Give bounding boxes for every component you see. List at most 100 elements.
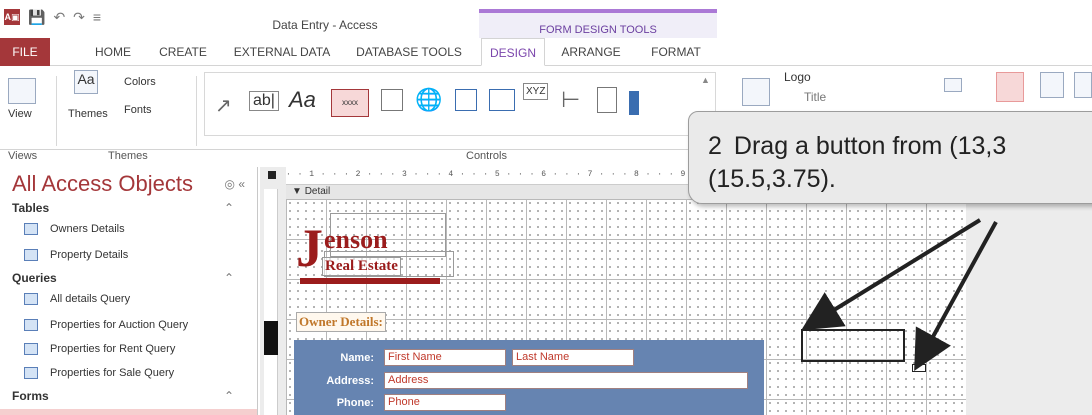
tab-format[interactable]: FORMAT — [638, 38, 714, 66]
phone-label: Phone: — [336, 397, 374, 409]
down-arrow-icon: ▼ — [292, 186, 302, 197]
page-break-icon[interactable] — [597, 87, 617, 113]
name-label: Name: — [340, 352, 374, 364]
ribbon-tabs: FILE HOME CREATE EXTERNAL DATA DATABASE … — [0, 38, 1092, 66]
line-control-icon[interactable]: ⊢ — [561, 87, 580, 113]
nav-item-all-details-query[interactable]: All details Query — [24, 293, 130, 305]
group-label-views: Views — [8, 150, 38, 162]
nav-section-forms[interactable]: Forms ⌃ — [12, 389, 244, 403]
query-icon — [24, 319, 38, 331]
select-pointer-icon[interactable]: ↗ — [215, 93, 232, 118]
query-icon — [24, 343, 38, 355]
nav-section-tables[interactable]: Tables ⌃ — [12, 201, 244, 215]
tab-control-icon[interactable] — [381, 89, 403, 111]
tab-design[interactable]: DESIGN — [481, 38, 545, 66]
vertical-ruler — [264, 189, 278, 415]
logo-underline — [300, 278, 440, 284]
query-icon — [24, 367, 38, 379]
label-control[interactable]: Aa — [289, 87, 316, 113]
nav-item-label: Property Details — [50, 249, 129, 261]
resize-handle[interactable] — [912, 364, 926, 372]
ribbon-divider — [56, 76, 57, 146]
nav-item-label: Owners Details — [50, 223, 125, 235]
nav-item-property-details[interactable]: Property Details — [24, 249, 128, 261]
new-button-outline[interactable] — [801, 329, 905, 362]
phone-field[interactable]: Phone — [384, 394, 506, 411]
chart-icon[interactable] — [629, 91, 639, 115]
fonts-button[interactable]: Fonts — [124, 104, 152, 116]
nav-pane-title[interactable]: All Access Objects — [12, 171, 193, 197]
title-button[interactable]: Title — [804, 90, 826, 104]
context-tab-header: FORM DESIGN TOOLS — [479, 9, 717, 38]
form-selector[interactable] — [268, 171, 276, 179]
navigation-icon[interactable] — [489, 89, 515, 111]
nav-item-auction-query[interactable]: Properties for Auction Query — [24, 319, 188, 331]
tab-create[interactable]: CREATE — [148, 38, 218, 66]
nav-section-label: Queries — [12, 271, 57, 285]
instruction-callout: 2 Drag a button from (13,3 (15.5,3.75). — [688, 111, 1092, 204]
owner-details-label[interactable]: Owner Details: — [296, 312, 386, 332]
textbox-control[interactable]: ab| — [249, 91, 279, 111]
navigation-pane: All Access Objects ◎ « Tables ⌃ Owners D… — [0, 167, 258, 415]
subform-icon[interactable] — [1074, 72, 1092, 98]
tab-database-tools[interactable]: DATABASE TOOLS — [346, 38, 472, 66]
nav-section-label: Forms — [12, 389, 49, 403]
controls-gallery: ↗ ab| Aa xxxx 🌐 XYZ ⊢ ▲ — [204, 72, 716, 136]
ruler-selection-marker — [264, 321, 278, 355]
property-sheet-icon[interactable] — [996, 72, 1024, 102]
colors-button[interactable]: Colors — [124, 76, 156, 88]
callout-text: 2 Drag a button from (13,3 (15.5,3.75). — [708, 130, 1006, 196]
nav-section-queries[interactable]: Queries ⌃ — [12, 271, 244, 285]
nav-item-label: Properties for Rent Query — [50, 343, 176, 355]
view-button[interactable]: View — [8, 108, 32, 120]
add-existing-fields-icon[interactable] — [944, 78, 962, 92]
logo-button[interactable]: Logo — [784, 70, 811, 84]
last-name-field[interactable]: Last Name — [512, 349, 634, 366]
hyperlink-icon[interactable]: 🌐 — [415, 87, 442, 113]
selected-form-row[interactable] — [0, 409, 257, 415]
table-icon — [24, 223, 38, 235]
nav-item-label: Properties for Auction Query — [50, 319, 189, 331]
callout-line-2: (15.5,3.75). — [708, 165, 836, 193]
nav-item-label: Properties for Sale Query — [50, 367, 175, 379]
nav-item-rent-query[interactable]: Properties for Rent Query — [24, 343, 175, 355]
nav-pane-collapse-icon[interactable]: ◎ « — [225, 177, 245, 191]
view-icon[interactable] — [8, 78, 36, 104]
chevron-up-icon: ⌃ — [223, 201, 234, 215]
tab-file[interactable]: FILE — [0, 38, 50, 66]
owner-fields-panel[interactable]: Name: First Name Last Name Address: Addr… — [294, 340, 764, 415]
query-icon — [24, 293, 38, 305]
address-label: Address: — [326, 375, 374, 387]
themes-button[interactable]: Themes — [68, 108, 108, 120]
chevron-up-icon: ⌃ — [223, 389, 234, 403]
tab-home[interactable]: HOME — [78, 38, 148, 66]
tab-order-icon[interactable] — [1040, 72, 1064, 98]
nav-section-label: Tables — [12, 201, 50, 215]
logo-subtitle[interactable]: Real Estate — [322, 257, 401, 276]
title-bar: A▣ 💾 ↶ ↷ ≡ Data Entry - Access FORM DESI… — [0, 0, 1092, 38]
callout-line-1: Drag a button from (13,3 — [733, 132, 1007, 160]
tab-external-data[interactable]: EXTERNAL DATA — [226, 38, 338, 66]
step-number: 2 — [708, 132, 722, 160]
nav-item-label: All details Query — [50, 293, 131, 305]
tab-arrange[interactable]: ARRANGE — [554, 38, 628, 66]
ribbon-divider — [196, 76, 197, 146]
button-control[interactable]: xxxx — [331, 89, 369, 117]
table-icon — [24, 249, 38, 261]
themes-icon[interactable]: Aa — [74, 70, 98, 94]
gallery-scroll-up-icon[interactable]: ▲ — [701, 75, 710, 85]
group-label-controls: Controls — [466, 150, 507, 162]
nav-item-owners-details[interactable]: Owners Details — [24, 223, 125, 235]
first-name-field[interactable]: First Name — [384, 349, 506, 366]
logo-company-name: enson — [324, 225, 388, 254]
group-label-themes: Themes — [108, 150, 148, 162]
nav-item-sale-query[interactable]: Properties for Sale Query — [24, 367, 174, 379]
insert-image-icon[interactable] — [742, 78, 770, 106]
web-browser-icon[interactable] — [455, 89, 477, 111]
chart-control[interactable]: XYZ — [523, 83, 549, 100]
form-design-surface: · · 1 · · · 2 · · · 3 · · · 4 · · · 5 · … — [260, 167, 1092, 415]
address-field[interactable]: Address — [384, 372, 748, 389]
logo-letter: J — [296, 218, 323, 278]
detail-section-label: Detail — [304, 186, 331, 197]
chevron-up-icon: ⌃ — [223, 271, 234, 285]
